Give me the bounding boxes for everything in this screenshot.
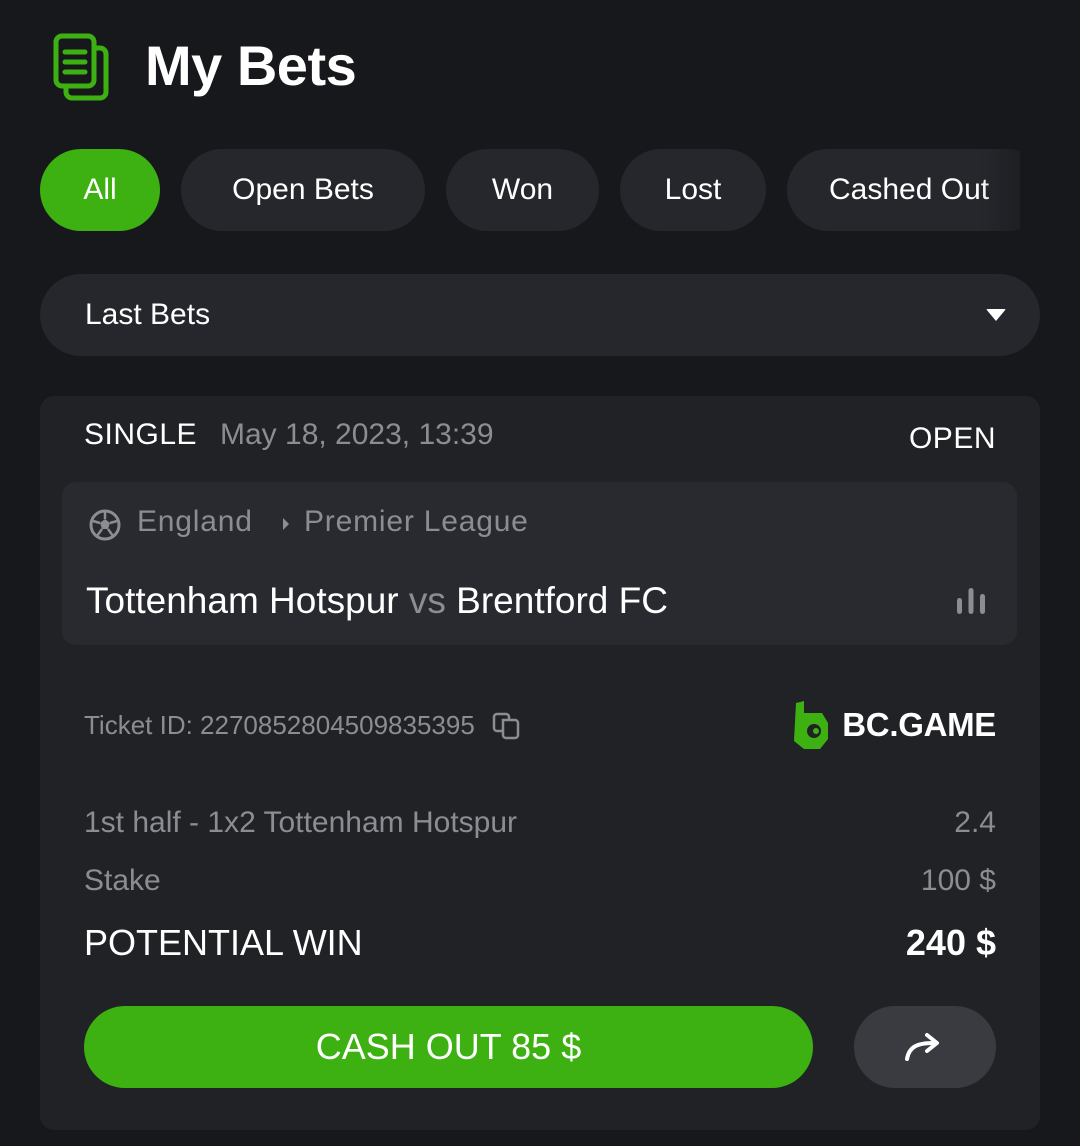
tab-won[interactable]: Won [446,149,599,231]
soccer-ball-icon [89,509,121,541]
stats-bars-icon[interactable] [955,586,987,614]
copy-icon[interactable] [491,711,521,741]
brand-name: BC.GAME [842,706,996,743]
tab-all[interactable]: All [40,149,160,231]
ticket-id-text: Ticket ID: 2270852804509835395 [84,710,475,740]
stake-value: 100 $ [920,864,996,897]
away-team: Brentford FC [456,580,668,621]
share-arrow-icon [905,1033,939,1061]
status-badge: OPEN [908,422,996,455]
tab-cashed-out[interactable]: Cashed Out [787,149,1020,231]
selection-odds: 2.4 [954,806,996,839]
tab-lost[interactable]: Lost [620,149,766,231]
stake-label: Stake [84,864,161,897]
ticket-id: Ticket ID: 2270852804509835395 [84,710,521,741]
home-team: Tottenham Hotspur [86,580,399,621]
filter-tabs: All Open Bets Won Lost Cashed Out [40,149,1020,231]
potential-win-label: POTENTIAL WIN [84,922,363,963]
cash-out-button[interactable]: CASH OUT 85 $ [84,1006,813,1088]
bet-card: SINGLE May 18, 2023, 13:39 OPEN England … [40,396,1040,1130]
event-country: England [137,505,253,538]
share-button[interactable] [854,1006,996,1088]
my-bets-page: My Bets All Open Bets Won Lost Cashed Ou… [0,0,1080,1146]
bet-date: May 18, 2023, 13:39 [220,418,494,451]
page-title: My Bets [145,34,357,97]
potential-win-value: 240 $ [905,922,996,963]
dropdown-selected-value: Last Bets [85,298,211,331]
caret-down-icon [986,309,1006,321]
event-box[interactable]: England Premier League Tottenham Hotspur… [62,482,1017,645]
header [52,32,112,104]
bcgame-logo-icon [794,701,829,749]
vs-separator: vs [408,580,446,621]
bets-document-icon [53,33,109,101]
bets-period-dropdown[interactable]: Last Bets [40,274,1040,356]
chevron-right-icon [283,518,289,530]
event-league: Premier League [304,505,529,538]
selection-label: 1st half - 1x2 Tottenham Hotspur [84,806,518,839]
tab-open-bets[interactable]: Open Bets [181,149,425,231]
bet-type: SINGLE [84,418,198,451]
brand-logo: BC.GAME [790,699,996,751]
match-title: Tottenham Hotspur vs Brentford FC [86,580,668,622]
